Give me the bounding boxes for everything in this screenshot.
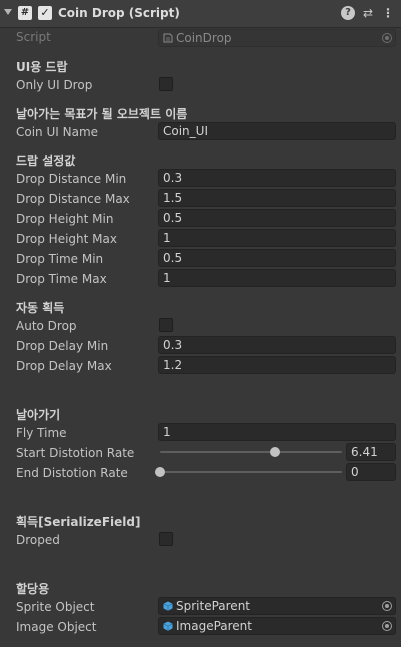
- cube-icon: [163, 601, 173, 611]
- fly-time-label: Fly Time: [16, 426, 67, 440]
- drop-height-min-input[interactable]: 0.5: [158, 209, 396, 227]
- drop-distance-max-input[interactable]: 1.5: [158, 189, 396, 207]
- script-object-field: CoinDrop: [158, 29, 396, 47]
- drop-distance-min-input[interactable]: 0.3: [158, 169, 396, 187]
- cube-icon: [163, 621, 173, 631]
- end-distortion-input[interactable]: 0: [346, 463, 396, 481]
- image-object-name: ImageParent: [176, 619, 252, 633]
- object-picker-icon: [382, 33, 392, 43]
- section-fly: 날아가기: [16, 408, 61, 422]
- drop-time-min-label: Drop Time Min: [16, 252, 104, 266]
- start-distortion-label: Start Distotion Rate: [16, 446, 135, 460]
- section-assign: 할당용: [16, 582, 50, 596]
- image-object-label: Image Object: [16, 620, 97, 634]
- component-title: Coin Drop (Script): [58, 6, 180, 20]
- only-ui-drop-label: Only UI Drop: [16, 78, 93, 92]
- droped-checkbox[interactable]: [159, 532, 173, 546]
- section-target-name: 날아가는 목표가 될 오브젝트 이름: [16, 107, 188, 121]
- sprite-object-field[interactable]: SpriteParent: [158, 597, 396, 615]
- section-auto-collect: 자동 획득: [16, 301, 65, 315]
- drop-delay-min-label: Drop Delay Min: [16, 339, 109, 353]
- droped-label: Droped: [16, 533, 60, 547]
- drop-distance-min-label: Drop Distance Min: [16, 172, 127, 186]
- start-distortion-slider-track[interactable]: [160, 451, 342, 453]
- end-distortion-slider-track[interactable]: [160, 471, 342, 473]
- fly-time-input[interactable]: 1: [158, 423, 396, 441]
- drop-height-min-label: Drop Height Min: [16, 212, 114, 226]
- help-icon[interactable]: ?: [341, 6, 355, 20]
- sprite-object-name: SpriteParent: [176, 599, 251, 613]
- auto-drop-checkbox[interactable]: [159, 318, 173, 332]
- start-distortion-slider-thumb[interactable]: [269, 447, 280, 457]
- image-object-field[interactable]: ImageParent: [158, 617, 396, 635]
- drop-time-min-input[interactable]: 0.5: [158, 249, 396, 267]
- section-drop-settings: 드랍 설정값: [16, 154, 76, 168]
- component-enabled-checkbox[interactable]: ✓: [38, 6, 52, 20]
- drop-distance-max-label: Drop Distance Max: [16, 192, 130, 206]
- script-label: Script: [16, 30, 51, 44]
- drop-height-max-label: Drop Height Max: [16, 232, 117, 246]
- drop-delay-max-label: Drop Delay Max: [16, 359, 112, 373]
- drop-delay-max-input[interactable]: 1.2: [158, 356, 396, 374]
- script-asset-icon: [163, 33, 173, 43]
- start-distortion-input[interactable]: 6.41: [346, 443, 396, 461]
- component-header: # ✓ Coin Drop (Script) ? ⇄ ⋮: [0, 0, 401, 28]
- script-icon: #: [18, 6, 32, 20]
- end-distortion-label: End Distotion Rate: [16, 466, 128, 480]
- end-distortion-slider-thumb[interactable]: [155, 467, 165, 477]
- drop-time-max-input[interactable]: 1: [158, 269, 396, 287]
- drop-time-max-label: Drop Time Max: [16, 272, 107, 286]
- coin-ui-name-input[interactable]: Coin_UI: [158, 122, 396, 140]
- foldout-arrow-icon[interactable]: [4, 9, 12, 15]
- coin-ui-name-label: Coin UI Name: [16, 125, 99, 139]
- section-ui-drop: UI용 드랍: [16, 60, 68, 74]
- sprite-object-label: Sprite Object: [16, 600, 95, 614]
- drop-height-max-input[interactable]: 1: [158, 229, 396, 247]
- context-menu-icon[interactable]: ⋮: [381, 6, 395, 20]
- object-picker-icon[interactable]: [382, 621, 392, 631]
- auto-drop-label: Auto Drop: [16, 319, 77, 333]
- only-ui-drop-checkbox[interactable]: [159, 77, 173, 91]
- presets-icon[interactable]: ⇄: [361, 6, 375, 20]
- drop-delay-min-input[interactable]: 0.3: [158, 336, 396, 354]
- script-name: CoinDrop: [176, 31, 232, 45]
- object-picker-icon[interactable]: [382, 601, 392, 611]
- section-collect: 획득[SerializeField]: [16, 515, 141, 529]
